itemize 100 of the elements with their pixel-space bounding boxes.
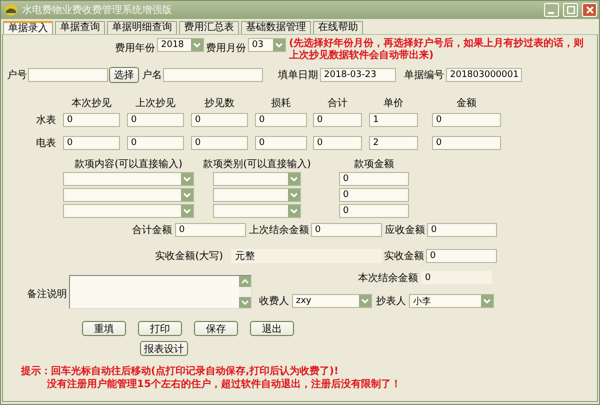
caret-icon[interactable] — [481, 295, 493, 307]
meter-field[interactable]: 0 — [63, 113, 120, 127]
tab[interactable]: 单据录入 — [3, 21, 53, 34]
maximize-icon — [566, 6, 574, 14]
total-field[interactable]: 0 — [175, 223, 246, 237]
charge-content-combo[interactable] — [63, 172, 194, 186]
field-label: 收费人 — [259, 294, 289, 308]
meter-field[interactable]: 0 — [313, 113, 362, 127]
column-header: 款项金额 — [353, 158, 395, 171]
remark-field[interactable] — [69, 275, 252, 309]
column-header: 抄见数 — [204, 96, 236, 110]
account-name-field[interactable] — [163, 68, 263, 82]
caret-icon[interactable] — [273, 39, 285, 51]
field-label: 备注说明 — [27, 288, 67, 301]
charge-amount-field[interactable]: 0 — [339, 188, 409, 202]
amount-in-words-field[interactable]: 元整 — [231, 248, 382, 262]
charge-category-combo[interactable] — [213, 204, 301, 218]
date-field[interactable]: 2018-03-23 — [320, 68, 396, 82]
column-header: 款项内容(可以直接输入) — [74, 158, 184, 171]
receivable-field[interactable]: 0 — [427, 223, 497, 237]
caret-icon[interactable] — [288, 189, 300, 201]
field-label: 电表 — [36, 136, 57, 150]
field-label: 合计金额 — [131, 224, 172, 237]
maximize-button[interactable] — [563, 3, 578, 17]
minimize-button[interactable] — [544, 3, 559, 17]
field-label: 水表 — [36, 114, 57, 127]
tab[interactable]: 费用汇总表 — [179, 21, 239, 34]
charge-category-combo[interactable] — [213, 188, 301, 202]
meter-field[interactable]: 0 — [255, 113, 307, 127]
field-label: 户号 — [7, 68, 27, 82]
charge-amount-field[interactable]: 0 — [339, 204, 409, 218]
column-header: 款项类别(可以直接输入) — [202, 158, 312, 171]
report-design-button[interactable]: 报表设计 — [140, 341, 188, 356]
caret-icon[interactable] — [191, 39, 203, 51]
scroll-up-icon[interactable] — [239, 276, 251, 287]
field-label: 户名 — [142, 68, 162, 82]
caret-icon[interactable] — [359, 295, 371, 307]
caret-icon[interactable] — [181, 189, 193, 201]
balance-field[interactable]: 0 — [421, 271, 492, 284]
field-label: 上次结余金额 — [249, 224, 309, 237]
scroll-down-icon[interactable] — [239, 297, 251, 308]
field-label: 抄表人 — [376, 294, 406, 308]
action-button[interactable]: 重填 — [82, 321, 126, 336]
select-button[interactable]: 选择 — [109, 67, 139, 83]
meter-field[interactable]: 1 — [369, 113, 418, 127]
bill-number-field[interactable]: 201803000001 — [446, 68, 522, 82]
meter-field[interactable]: 0 — [432, 136, 501, 150]
tip-text: 没有注册用户能管理15个左右的住户，超过软件自动退出，注册后没有限制了！ — [47, 378, 401, 391]
meter-field[interactable]: 0 — [63, 136, 120, 150]
charge-content-combo[interactable] — [63, 204, 194, 218]
year-select[interactable]: 2018 — [157, 38, 204, 52]
column-header: 上次抄见 — [134, 96, 176, 110]
caret-icon[interactable] — [288, 205, 300, 217]
column-header: 损耗 — [270, 96, 292, 110]
hint-text: (先选择好年份月份，再选择好户号后，如果上月有抄过表的话，则上次抄见数据软件会自动带出来) — [289, 38, 585, 62]
charge-category-combo[interactable] — [213, 172, 301, 186]
tab[interactable]: 在线帮助 — [313, 21, 363, 34]
window-title: 水电费物业费收费管理系统增强版 — [22, 4, 173, 17]
meter-field[interactable]: 0 — [313, 136, 362, 150]
action-button[interactable]: 打印 — [138, 321, 182, 336]
received-field[interactable]: 0 — [426, 248, 497, 262]
meter-field[interactable]: 0 — [255, 136, 307, 150]
field-label: 实收金额 — [384, 250, 424, 262]
tip-text: 提示：回车光标自动往后移动(点打印记录自动保存,打印后认为收费了)! — [21, 365, 338, 378]
account-number-field[interactable] — [28, 68, 108, 82]
column-header: 本次抄见 — [70, 96, 112, 110]
field-label: 实收金额(大写) — [154, 250, 223, 262]
tab[interactable]: 基础数据管理 — [241, 21, 311, 34]
collector-select[interactable]: zxy — [292, 294, 372, 308]
close-button[interactable] — [582, 3, 597, 17]
charge-amount-field[interactable]: 0 — [339, 172, 409, 186]
field-label: 费用月份 — [206, 42, 246, 55]
field-label: 应收金额 — [385, 224, 425, 237]
field-label: 单据编号 — [404, 68, 444, 82]
charge-content-combo[interactable] — [63, 188, 194, 202]
meter-field[interactable]: 0 — [127, 113, 184, 127]
action-button[interactable]: 保存 — [194, 321, 238, 336]
action-button[interactable]: 退出 — [250, 321, 294, 336]
meter-field[interactable]: 2 — [369, 136, 418, 150]
app-icon — [4, 4, 18, 16]
column-header: 金额 — [456, 96, 478, 110]
field-label: 费用年份 — [115, 42, 155, 55]
close-icon — [586, 6, 594, 14]
caret-icon[interactable] — [181, 173, 193, 185]
reader-select[interactable]: 小李 — [409, 294, 494, 308]
field-label: 填单日期 — [278, 68, 318, 82]
caret-icon[interactable] — [288, 173, 300, 185]
meter-field[interactable]: 0 — [432, 113, 501, 127]
meter-field[interactable]: 0 — [191, 113, 248, 127]
column-header: 单价 — [382, 96, 404, 110]
tab[interactable]: 单据查询 — [55, 21, 105, 34]
field-label: 本次结余金额 — [357, 272, 418, 284]
caret-icon[interactable] — [181, 205, 193, 217]
scrollbar[interactable] — [239, 276, 251, 308]
meter-field[interactable]: 0 — [127, 136, 184, 150]
tab[interactable]: 单据明细查询 — [107, 21, 177, 34]
column-header: 合计 — [326, 96, 348, 110]
meter-field[interactable]: 0 — [191, 136, 248, 150]
previous-balance-field[interactable]: 0 — [311, 223, 382, 237]
month-select[interactable]: 03 — [248, 38, 286, 52]
